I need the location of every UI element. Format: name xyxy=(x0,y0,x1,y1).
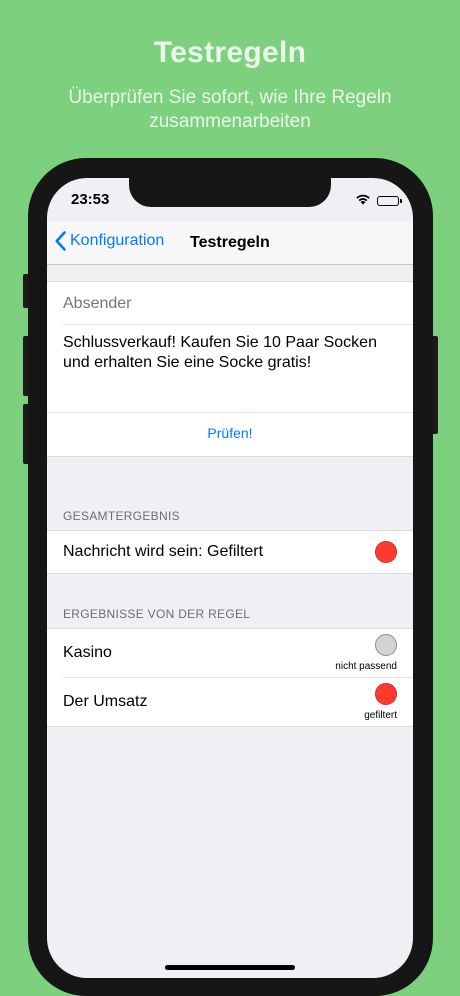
nav-title: Testregeln xyxy=(190,234,270,251)
check-button[interactable]: Prüfen! xyxy=(47,425,413,441)
navigation-bar: Konfiguration Testregeln xyxy=(47,222,413,265)
back-label: Konfiguration xyxy=(70,232,165,249)
rule-status: nicht passend xyxy=(335,661,397,672)
rule-results-header: ERGEBNISSE VON DER REGEL xyxy=(63,607,251,621)
home-indicator[interactable] xyxy=(165,965,295,970)
phone-frame: 23:53 Konfiguration Testregeln Absender … xyxy=(28,158,433,996)
message-text-area[interactable]: Schlussverkauf! Kaufen Sie 10 Paar Socke… xyxy=(63,333,403,373)
promo-subtitle: Überprüfen Sie sofort, wie Ihre Regeln z… xyxy=(68,87,392,132)
notch xyxy=(129,178,331,207)
status-icons xyxy=(355,192,402,210)
divider xyxy=(63,324,413,325)
status-dot-filtered xyxy=(375,541,397,563)
rule-name: Kasino xyxy=(63,644,112,661)
back-button[interactable]: Konfiguration xyxy=(55,231,164,251)
chevron-left-icon xyxy=(55,231,66,251)
promo-title: Testregeln xyxy=(153,36,307,69)
status-dot-not-matching xyxy=(375,634,397,656)
rule-status: gefiltert xyxy=(364,710,397,721)
rule-name: Der Umsatz xyxy=(63,693,148,710)
overall-result-header: GESAMTERGEBNIS xyxy=(63,509,180,523)
status-dot-filtered xyxy=(375,683,397,705)
divider xyxy=(63,677,413,678)
battery-icon xyxy=(377,196,402,206)
wifi-icon xyxy=(355,192,371,210)
overall-result-label: Nachricht wird sein: Gefiltert xyxy=(63,543,264,560)
phone-screen: 23:53 Konfiguration Testregeln Absender … xyxy=(47,178,413,978)
test-input-card: Schlussverkauf! Kaufen Sie 10 Paar Socke… xyxy=(47,281,413,457)
rule-results-list: Kasino nicht passend Der Umsatz gefilter… xyxy=(47,628,413,727)
status-time: 23:53 xyxy=(71,191,110,208)
sender-field[interactable] xyxy=(63,295,403,313)
divider xyxy=(47,412,413,413)
overall-result-row: Nachricht wird sein: Gefiltert xyxy=(47,530,413,574)
